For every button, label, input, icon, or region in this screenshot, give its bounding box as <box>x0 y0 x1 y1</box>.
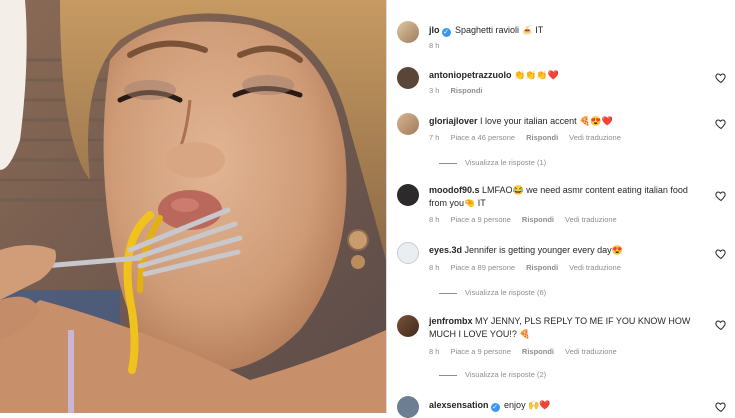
comment-time: 8 h <box>429 215 440 224</box>
heart-outline-icon[interactable] <box>715 401 727 413</box>
heart-outline-icon[interactable] <box>715 248 727 260</box>
comments-panel: jlo ✓ Spaghetti ravioli 🍝 IT 8 h antoniop… <box>386 0 735 418</box>
view-replies-button[interactable]: Visualizza le risposte (2) <box>429 370 546 379</box>
avatar[interactable] <box>397 396 419 418</box>
reply-button[interactable]: Rispondi <box>526 133 558 142</box>
translate-button[interactable]: Vedi traduzione <box>569 263 621 272</box>
comment-time: 7 h <box>429 133 440 142</box>
comment-text: Jennifer is getting younger every day😍 <box>464 245 623 255</box>
likes-count[interactable]: Piace a 9 persone <box>450 215 510 224</box>
heart-outline-icon[interactable] <box>715 72 727 84</box>
translate-button[interactable]: Vedi traduzione <box>565 347 617 356</box>
post-time: 8 h <box>429 41 440 50</box>
comment-item: gloriajlover I love your italian accent … <box>397 113 727 173</box>
comment-username[interactable]: alexsensation <box>429 400 489 410</box>
heart-outline-icon[interactable] <box>715 190 727 202</box>
comment-item: antoniopetrazzuolo 👏👏👏❤️ 3 h Rispondi <box>397 67 727 107</box>
avatar[interactable] <box>397 242 419 264</box>
comment-username[interactable]: gloriajlover <box>429 116 478 126</box>
comment-text: 👏👏👏❤️ <box>514 70 559 80</box>
likes-count[interactable]: Piace a 89 persone <box>450 263 515 272</box>
comment-time: 8 h <box>429 347 440 356</box>
avatar[interactable] <box>397 21 419 43</box>
post-caption: jlo ✓ Spaghetti ravioli 🍝 IT 8 h <box>397 21 727 61</box>
comment-username[interactable]: jenfrombx <box>429 316 473 326</box>
avatar[interactable] <box>397 113 419 135</box>
comment-time: 8 h <box>429 263 440 272</box>
verified-badge-icon: ✓ <box>441 28 451 37</box>
avatar[interactable] <box>397 67 419 89</box>
reply-button[interactable]: Rispondi <box>522 347 554 356</box>
likes-count[interactable]: Piace a 46 persone <box>450 133 515 142</box>
comment-text: I love your italian accent 🍕😍❤️ <box>480 116 613 126</box>
comment-text: enjoy 🙌❤️ <box>504 400 551 410</box>
heart-outline-icon[interactable] <box>715 118 727 130</box>
avatar[interactable] <box>397 184 419 206</box>
reply-button[interactable]: Rispondi <box>526 263 558 272</box>
avatar[interactable] <box>397 315 419 337</box>
comment-item: alexsensation ✓ enjoy 🙌❤️ <box>397 396 727 418</box>
heart-outline-icon[interactable] <box>715 319 727 331</box>
comment-item: moodof90.s LMFAO😂 we need asmr content e… <box>397 184 727 229</box>
view-replies-button[interactable]: Visualizza le risposte (6) <box>429 288 546 297</box>
translate-button[interactable]: Vedi traduzione <box>569 133 621 142</box>
comment-username[interactable]: eyes.3d <box>429 245 462 255</box>
translate-button[interactable]: Vedi traduzione <box>565 215 617 224</box>
comment-username[interactable]: moodof90.s <box>429 185 480 195</box>
likes-count[interactable]: Piace a 9 persone <box>450 347 510 356</box>
comment-item: eyes.3d Jennifer is getting younger ever… <box>397 242 727 302</box>
comment-username[interactable]: antoniopetrazzuolo <box>429 70 512 80</box>
post-photo <box>0 0 386 413</box>
comment-time: 3 h <box>429 86 440 95</box>
reply-button[interactable]: Rispondi <box>522 215 554 224</box>
comment-item: jenfrombx MY JENNY, PLS REPLY TO ME IF Y… <box>397 315 727 385</box>
view-replies-button[interactable]: Visualizza le risposte (1) <box>429 158 546 167</box>
post-username[interactable]: jlo <box>429 25 440 35</box>
caption-text: Spaghetti ravioli 🍝 IT <box>455 25 544 35</box>
verified-badge-icon: ✓ <box>490 403 500 412</box>
photo-illustration <box>0 0 386 413</box>
reply-button[interactable]: Rispondi <box>450 86 482 95</box>
